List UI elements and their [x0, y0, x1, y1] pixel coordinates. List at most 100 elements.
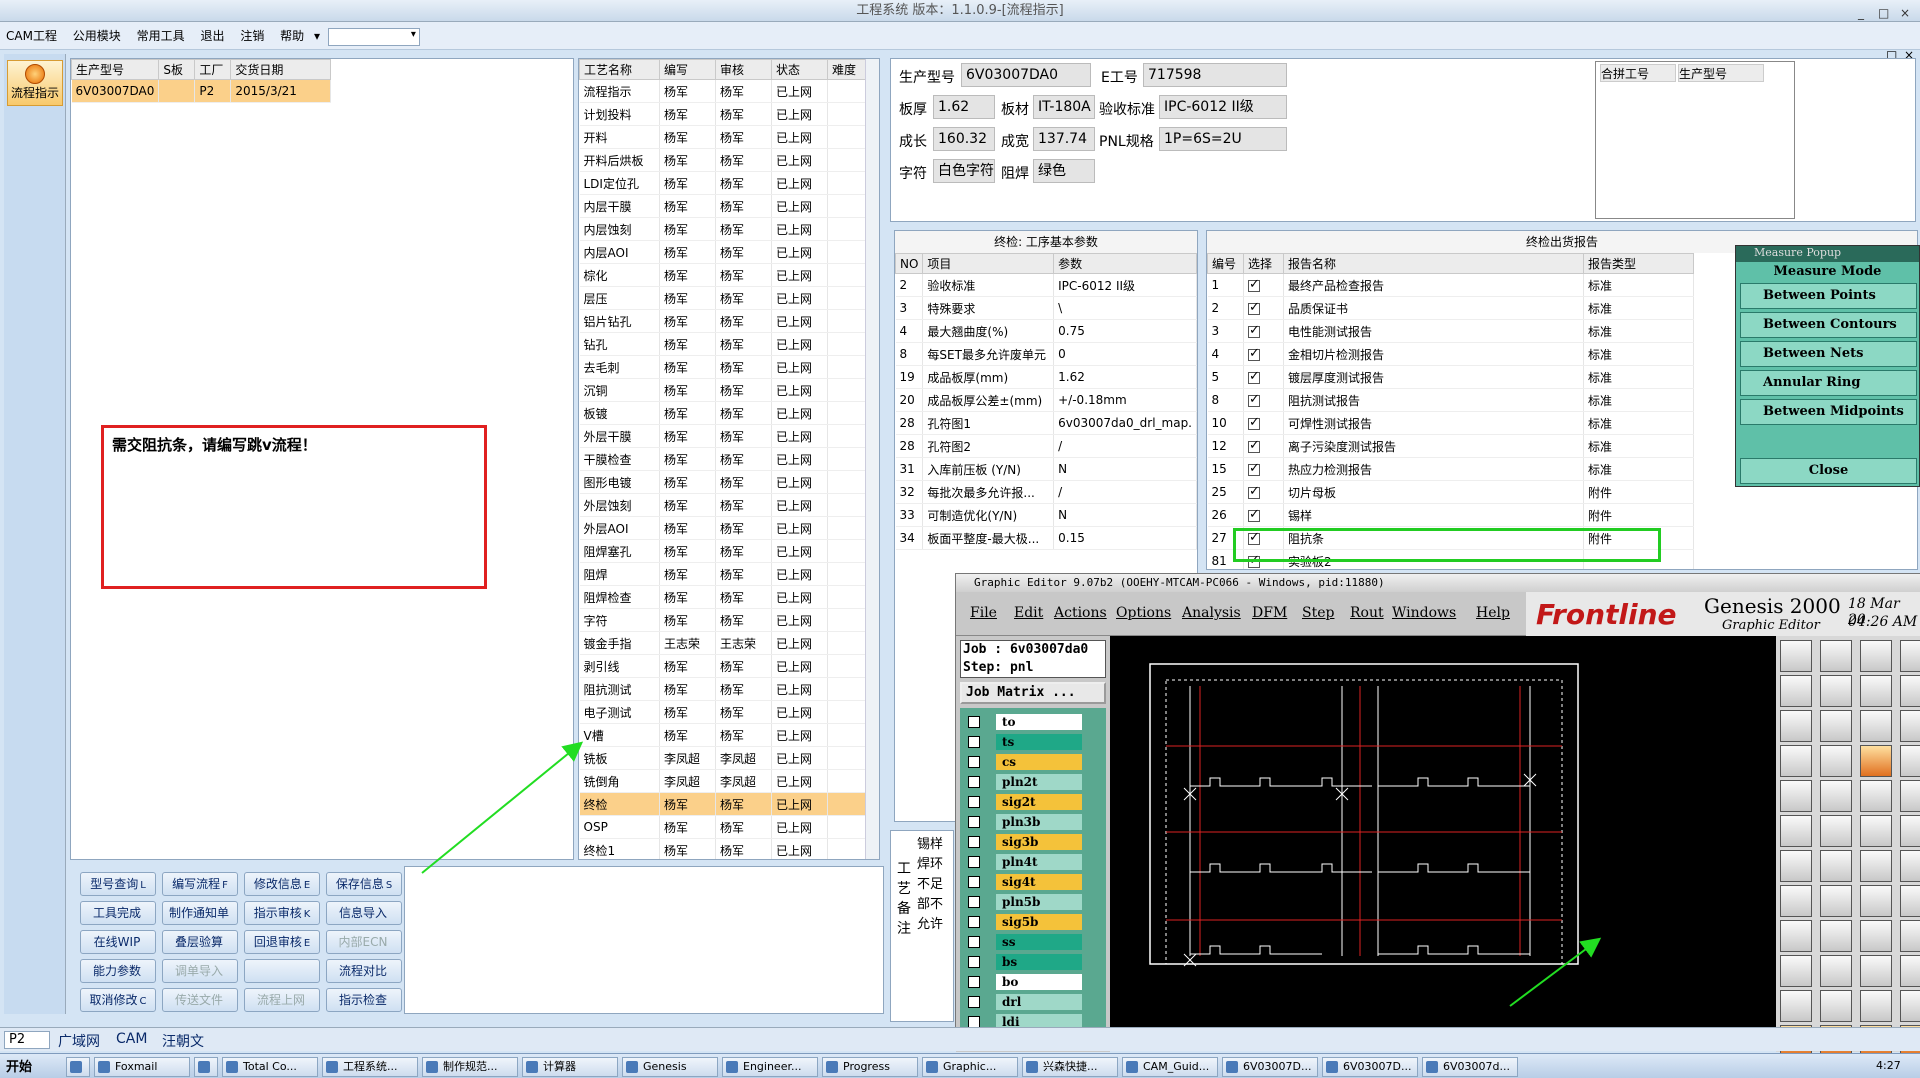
layer-checkbox[interactable] — [968, 716, 980, 728]
col-process[interactable]: 工艺名称 — [579, 59, 660, 80]
action-button[interactable]: 流程上网 — [244, 988, 320, 1012]
tool-button[interactable] — [1820, 990, 1852, 1022]
close-button[interactable]: × — [1900, 2, 1910, 24]
layer-row[interactable]: pln3b — [966, 814, 1082, 831]
taskbar-item[interactable]: Total Co... — [222, 1057, 318, 1077]
table-row[interactable]: 3电性能测试报告标准 — [1207, 319, 1694, 343]
action-button[interactable]: 调单导入 — [162, 959, 238, 983]
tool-button[interactable] — [1780, 815, 1812, 847]
tool-button[interactable] — [1860, 850, 1892, 882]
eno-field[interactable]: 717598 — [1143, 63, 1287, 87]
measure-between-contours[interactable]: Between Contours — [1740, 312, 1917, 338]
table-row[interactable]: 棕化 杨军 杨军 已上网 — [579, 263, 868, 287]
tool-button[interactable] — [1780, 675, 1812, 707]
table-row[interactable]: 外层蚀刻 杨军 杨军 已上网 — [579, 493, 868, 517]
layer-row[interactable]: pln2t — [966, 774, 1082, 791]
select-checkbox[interactable] — [1248, 484, 1260, 499]
action-button[interactable]: 保存信息 S — [326, 872, 402, 896]
col-factory[interactable]: 工厂 — [194, 59, 232, 80]
tool-button[interactable] — [1820, 850, 1852, 882]
table-row[interactable]: 34 板面平整度-最大极... 0.15 — [895, 526, 1197, 550]
tool-button[interactable] — [1860, 675, 1892, 707]
measure-between-midpoints[interactable]: Between Midpoints — [1740, 399, 1917, 425]
table-row[interactable]: 外层AOI 杨军 杨军 已上网 — [579, 516, 868, 540]
tool-button[interactable] — [1820, 885, 1852, 917]
table-row[interactable]: 19 成品板厚(mm) 1.62 — [895, 365, 1197, 389]
select-checkbox[interactable] — [1248, 461, 1260, 476]
tool-button[interactable] — [1900, 955, 1920, 987]
table-row[interactable]: 26锡样附件 — [1207, 503, 1694, 527]
action-button[interactable]: 叠层验算 — [162, 930, 238, 954]
tool-button[interactable] — [1860, 780, 1892, 812]
measure-between-nets[interactable]: Between Nets — [1740, 341, 1917, 367]
taskbar-item[interactable]: Foxmail — [94, 1057, 190, 1077]
measure-annular-ring[interactable]: Annular Ring — [1740, 370, 1917, 396]
tool-button[interactable] — [1820, 815, 1852, 847]
table-row[interactable]: 28 孔符图1 6v03007da0_drl_map. — [895, 411, 1197, 435]
tool-button[interactable] — [1780, 850, 1812, 882]
table-row[interactable]: 25切片母板附件 — [1207, 480, 1694, 504]
measure-close-button[interactable]: Close — [1740, 458, 1917, 484]
table-row[interactable]: 铣板 李凤超 李凤超 已上网 — [579, 746, 868, 770]
start-button[interactable]: 开始 — [2, 1056, 52, 1076]
col-delivery[interactable]: 交货日期 — [230, 59, 332, 80]
taskbar-item[interactable]: Engineer... — [722, 1057, 818, 1077]
table-row[interactable]: 2品质保证书标准 — [1207, 296, 1694, 320]
menu-exit[interactable]: 退出 — [194, 22, 230, 50]
action-button[interactable]: 编写流程 F — [162, 872, 238, 896]
table-row[interactable]: 8阻抗测试报告标准 — [1207, 388, 1694, 412]
tool-button[interactable] — [1860, 955, 1892, 987]
layer-checkbox[interactable] — [968, 816, 980, 828]
process-scrollbar[interactable] — [865, 59, 879, 859]
table-row[interactable]: 图形电镀 杨军 杨军 已上网 — [579, 470, 868, 494]
layer-checkbox[interactable] — [968, 836, 980, 848]
layer-checkbox[interactable] — [968, 916, 980, 928]
col-writer[interactable]: 编写 — [659, 59, 716, 80]
action-button[interactable]: 传送文件 — [162, 988, 238, 1012]
table-row[interactable]: 层压 杨军 杨军 已上网 — [579, 286, 868, 310]
pcb-canvas[interactable] — [1110, 636, 1730, 1052]
table-row[interactable]: 镀金手指 王志荣 王志荣 已上网 — [579, 631, 868, 655]
layer-checkbox[interactable] — [968, 896, 980, 908]
table-row[interactable]: 流程指示 杨军 杨军 已上网 — [579, 79, 868, 103]
layer-checkbox[interactable] — [968, 936, 980, 948]
layer-row[interactable]: bo — [966, 974, 1082, 991]
layer-row[interactable]: cs — [966, 754, 1082, 771]
layer-checkbox[interactable] — [968, 736, 980, 748]
table-row[interactable]: 4 最大翘曲度(%) 0.75 — [895, 319, 1197, 343]
layer-checkbox[interactable] — [968, 956, 980, 968]
table-row[interactable]: 5镀层厚度测试报告标准 — [1207, 365, 1694, 389]
tool-button[interactable] — [1820, 955, 1852, 987]
table-row[interactable]: 内层AOI 杨军 杨军 已上网 — [579, 240, 868, 264]
layer-row[interactable]: drl — [966, 994, 1082, 1011]
layer-row[interactable]: bs — [966, 954, 1082, 971]
table-row[interactable]: 阻焊塞孔 杨军 杨军 已上网 — [579, 539, 868, 563]
select-checkbox[interactable] — [1248, 415, 1260, 430]
layer-row[interactable]: sig2t — [966, 794, 1082, 811]
tool-button[interactable] — [1900, 990, 1920, 1022]
layer-row[interactable]: sig3b — [966, 834, 1082, 851]
action-button[interactable]: 回退审核 E — [244, 930, 320, 954]
table-row[interactable]: LDI定位孔 杨军 杨军 已上网 — [579, 171, 868, 195]
select-checkbox[interactable] — [1248, 438, 1260, 453]
table-row[interactable]: 内层蚀刻 杨军 杨军 已上网 — [579, 217, 868, 241]
layer-checkbox[interactable] — [968, 776, 980, 788]
col-sboard[interactable]: S板 — [158, 59, 196, 80]
length-field[interactable]: 160.32 — [933, 127, 995, 151]
tool-button[interactable] — [1900, 885, 1920, 917]
action-button[interactable]: 指示审核 K — [244, 901, 320, 925]
taskbar-item[interactable] — [66, 1057, 90, 1077]
taskbar-item[interactable]: 6V03007D... — [1222, 1057, 1318, 1077]
select-checkbox[interactable] — [1248, 507, 1260, 522]
select-checkbox[interactable] — [1248, 300, 1260, 315]
tool-button[interactable] — [1900, 745, 1920, 777]
tool-button[interactable] — [1900, 675, 1920, 707]
tool-button[interactable] — [1780, 885, 1812, 917]
taskbar-item[interactable]: Progress — [822, 1057, 918, 1077]
char-field[interactable]: 白色字符 — [933, 159, 995, 183]
table-row[interactable]: 3 特殊要求 \ — [895, 296, 1197, 320]
table-row[interactable]: 去毛刺 杨军 杨军 已上网 — [579, 355, 868, 379]
model-field[interactable]: 6V03007DA0 — [961, 63, 1091, 87]
menu-logout[interactable]: 注销 — [234, 22, 270, 50]
tool-button[interactable] — [1860, 710, 1892, 742]
